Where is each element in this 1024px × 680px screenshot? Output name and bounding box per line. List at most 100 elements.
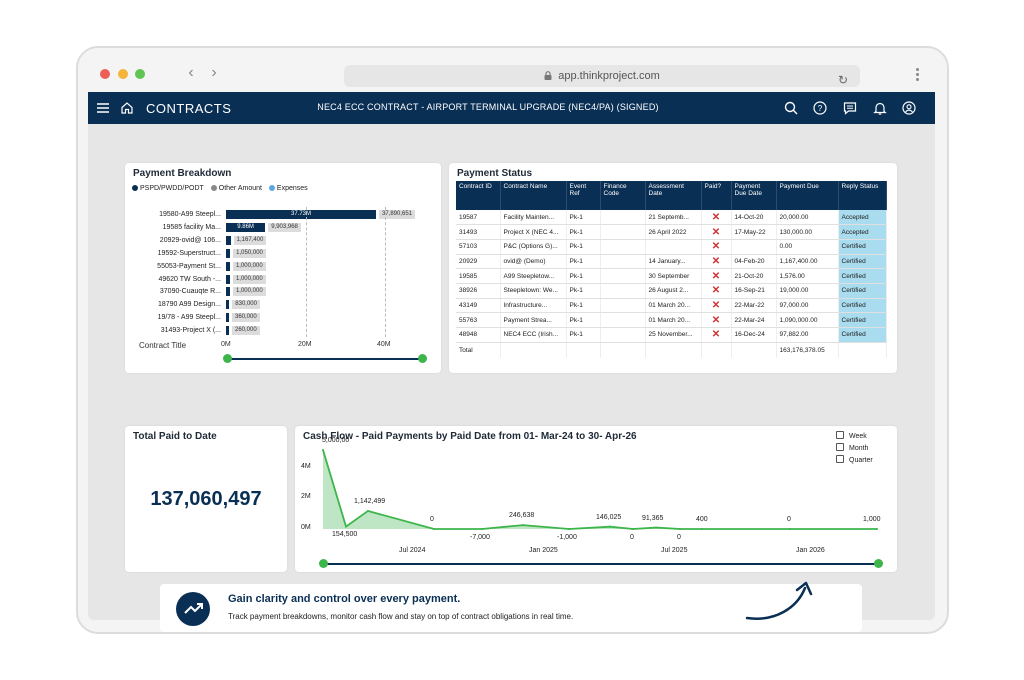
payment-status-card: Payment Status Contract ID Contract Name… <box>449 163 897 373</box>
table-cell <box>645 342 702 359</box>
data-point[interactable] <box>876 527 878 530</box>
payment-status-rows: 19587 Facility Mainten... Pk-1 21 Septemb..… <box>456 210 887 359</box>
data-point[interactable] <box>433 528 435 530</box>
table-row[interactable]: 55763 Payment Strea... Pk-1 01 March 20... ✕… <box>456 312 887 328</box>
table-row[interactable]: 57103 P&C (Options G)... Pk-1 ✕ 0.00 Certifie… <box>456 239 887 255</box>
bar-row[interactable]: 19/78 - A99 Steepl... 360,000 <box>125 312 441 323</box>
data-point[interactable] <box>679 528 681 530</box>
messages-icon[interactable] <box>842 100 858 116</box>
data-point[interactable] <box>568 528 570 530</box>
search-icon[interactable] <box>783 100 799 116</box>
column-header[interactable]: Paid? <box>701 181 732 210</box>
data-point[interactable] <box>367 509 369 512</box>
bar-row[interactable]: 37090-Cuauqte R... 1,000,000 <box>125 286 441 297</box>
bar[interactable] <box>226 300 230 310</box>
column-header[interactable]: Finance Code <box>600 181 646 210</box>
bar-row[interactable]: 49620 TW South -... 1,000,000 <box>125 274 441 285</box>
slider-handle-end[interactable] <box>874 559 883 568</box>
data-point[interactable] <box>655 526 657 529</box>
table-cell: 97,882.00 <box>776 327 839 343</box>
lock-icon <box>544 71 552 80</box>
slider-handle-end[interactable] <box>418 354 427 363</box>
user-profile-icon[interactable] <box>901 100 917 116</box>
bar-total-label: 1,167,400 <box>233 235 267 245</box>
table-cell: ovid@ (Demo) <box>500 254 567 270</box>
browser-chrome: ‹ › app.thinkproject.com ↻ <box>78 48 947 92</box>
data-point[interactable] <box>632 528 634 530</box>
table-cell: 130,000.00 <box>776 224 839 240</box>
unpaid-x-icon: ✕ <box>701 210 732 226</box>
data-point[interactable] <box>345 525 347 528</box>
address-bar[interactable]: app.thinkproject.com ↻ <box>344 65 860 87</box>
bar[interactable] <box>226 313 229 323</box>
bar[interactable] <box>226 274 230 284</box>
data-point[interactable] <box>789 528 791 530</box>
column-header[interactable]: Event Ref <box>566 181 601 210</box>
date-range-slider[interactable] <box>319 559 883 568</box>
range-slider[interactable] <box>223 354 427 363</box>
category-label: 19585 facility Ma... <box>162 223 221 231</box>
slider-handle-start[interactable] <box>223 354 232 363</box>
bar-row[interactable]: 19592-Superstruct... 1,050,000 <box>125 248 441 259</box>
x-tick-label: Jan 2025 <box>529 547 558 554</box>
reply-status-cell: Accepted <box>838 224 887 240</box>
legend-item[interactable]: Expenses <box>268 185 308 192</box>
column-header[interactable]: Contract Name <box>500 181 567 210</box>
bar[interactable] <box>226 287 230 297</box>
data-point[interactable] <box>481 528 483 530</box>
maximize-window-button[interactable] <box>135 69 145 79</box>
bar-row[interactable]: 18790 A99 Design... 830,000 <box>125 299 441 310</box>
table-row[interactable]: 31493 Project X (NEC 4... Pk-1 26 April 202… <box>456 224 887 240</box>
bar[interactable]: 37.73M <box>226 210 376 219</box>
forward-icon[interactable]: › <box>207 64 221 82</box>
data-point[interactable] <box>609 525 611 528</box>
minimize-window-button[interactable] <box>118 69 128 79</box>
back-icon[interactable]: ‹ <box>184 64 198 82</box>
table-cell <box>600 254 646 270</box>
table-row[interactable]: 38926 Steepletown: We... Pk-1 26 August 2..… <box>456 283 887 299</box>
table-cell: Pk-1 <box>566 298 601 314</box>
bar-total-label: 9,903,968 <box>268 222 301 232</box>
bar-row[interactable]: 19580-A99 Steepl... 37.73M 37,890,651 <box>125 209 441 220</box>
legend-item[interactable]: PSPD/PWDD/PODT <box>132 185 204 192</box>
table-row[interactable]: 20929 ovid@ (Demo) Pk-1 14 January... ✕ 04-Fe… <box>456 254 887 270</box>
bar[interactable] <box>226 261 230 271</box>
column-header[interactable]: Assessment Date <box>645 181 702 210</box>
reload-icon[interactable]: ↻ <box>838 69 848 91</box>
table-row[interactable]: 48948 NEC4 ECC (Irish... Pk-1 25 November..… <box>456 327 887 343</box>
bar[interactable] <box>226 248 231 258</box>
x-tick-label: 0M <box>221 341 231 348</box>
column-header[interactable]: Payment Due <box>776 181 839 210</box>
table-row[interactable]: 19587 Facility Mainten... Pk-1 21 Septemb..… <box>456 210 887 226</box>
bar[interactable] <box>226 326 229 336</box>
browser-menu-icon[interactable] <box>916 68 920 83</box>
home-icon[interactable] <box>119 100 135 116</box>
bar-row[interactable]: 55053-Payment St... 1,000,000 <box>125 261 441 272</box>
column-header[interactable]: Contract ID <box>456 181 501 210</box>
bar-row[interactable]: 19585 facility Ma... 9.86M 9,903,968 <box>125 222 441 233</box>
bar[interactable] <box>226 235 231 245</box>
bar-row[interactable]: 31493-Project X (... 260,000 <box>125 325 441 336</box>
column-header[interactable]: Reply Status <box>838 181 887 210</box>
hamburger-menu-icon[interactable] <box>95 100 111 116</box>
table-cell: P&C (Options G)... <box>500 239 567 255</box>
table-cell: 0.00 <box>776 239 839 255</box>
data-point[interactable] <box>322 449 324 451</box>
bar-row[interactable]: 20929-ovid@ 106... 1,167,400 <box>125 235 441 246</box>
table-row[interactable]: 19585 A99 Steepletow... Pk-1 30 September ✕ 2… <box>456 268 887 284</box>
bar[interactable]: 9.86M <box>226 222 266 232</box>
notifications-bell-icon[interactable] <box>872 100 888 116</box>
slider-handle-start[interactable] <box>319 559 328 568</box>
table-cell <box>701 342 732 359</box>
x-tick-label: Jul 2025 <box>661 547 688 554</box>
table-cell: 01 March 20... <box>645 298 702 314</box>
help-icon[interactable]: ? <box>812 100 828 116</box>
data-point[interactable] <box>701 527 703 530</box>
data-label: 0 <box>430 516 434 523</box>
data-label: 0 <box>787 516 791 523</box>
legend-item[interactable]: Other Amount <box>210 185 262 192</box>
close-window-button[interactable] <box>100 69 110 79</box>
table-row[interactable]: 43149 Infrastructure... Pk-1 01 March 20...… <box>456 298 887 314</box>
column-header[interactable]: Payment Due Date <box>731 181 777 210</box>
data-point[interactable] <box>522 524 524 527</box>
